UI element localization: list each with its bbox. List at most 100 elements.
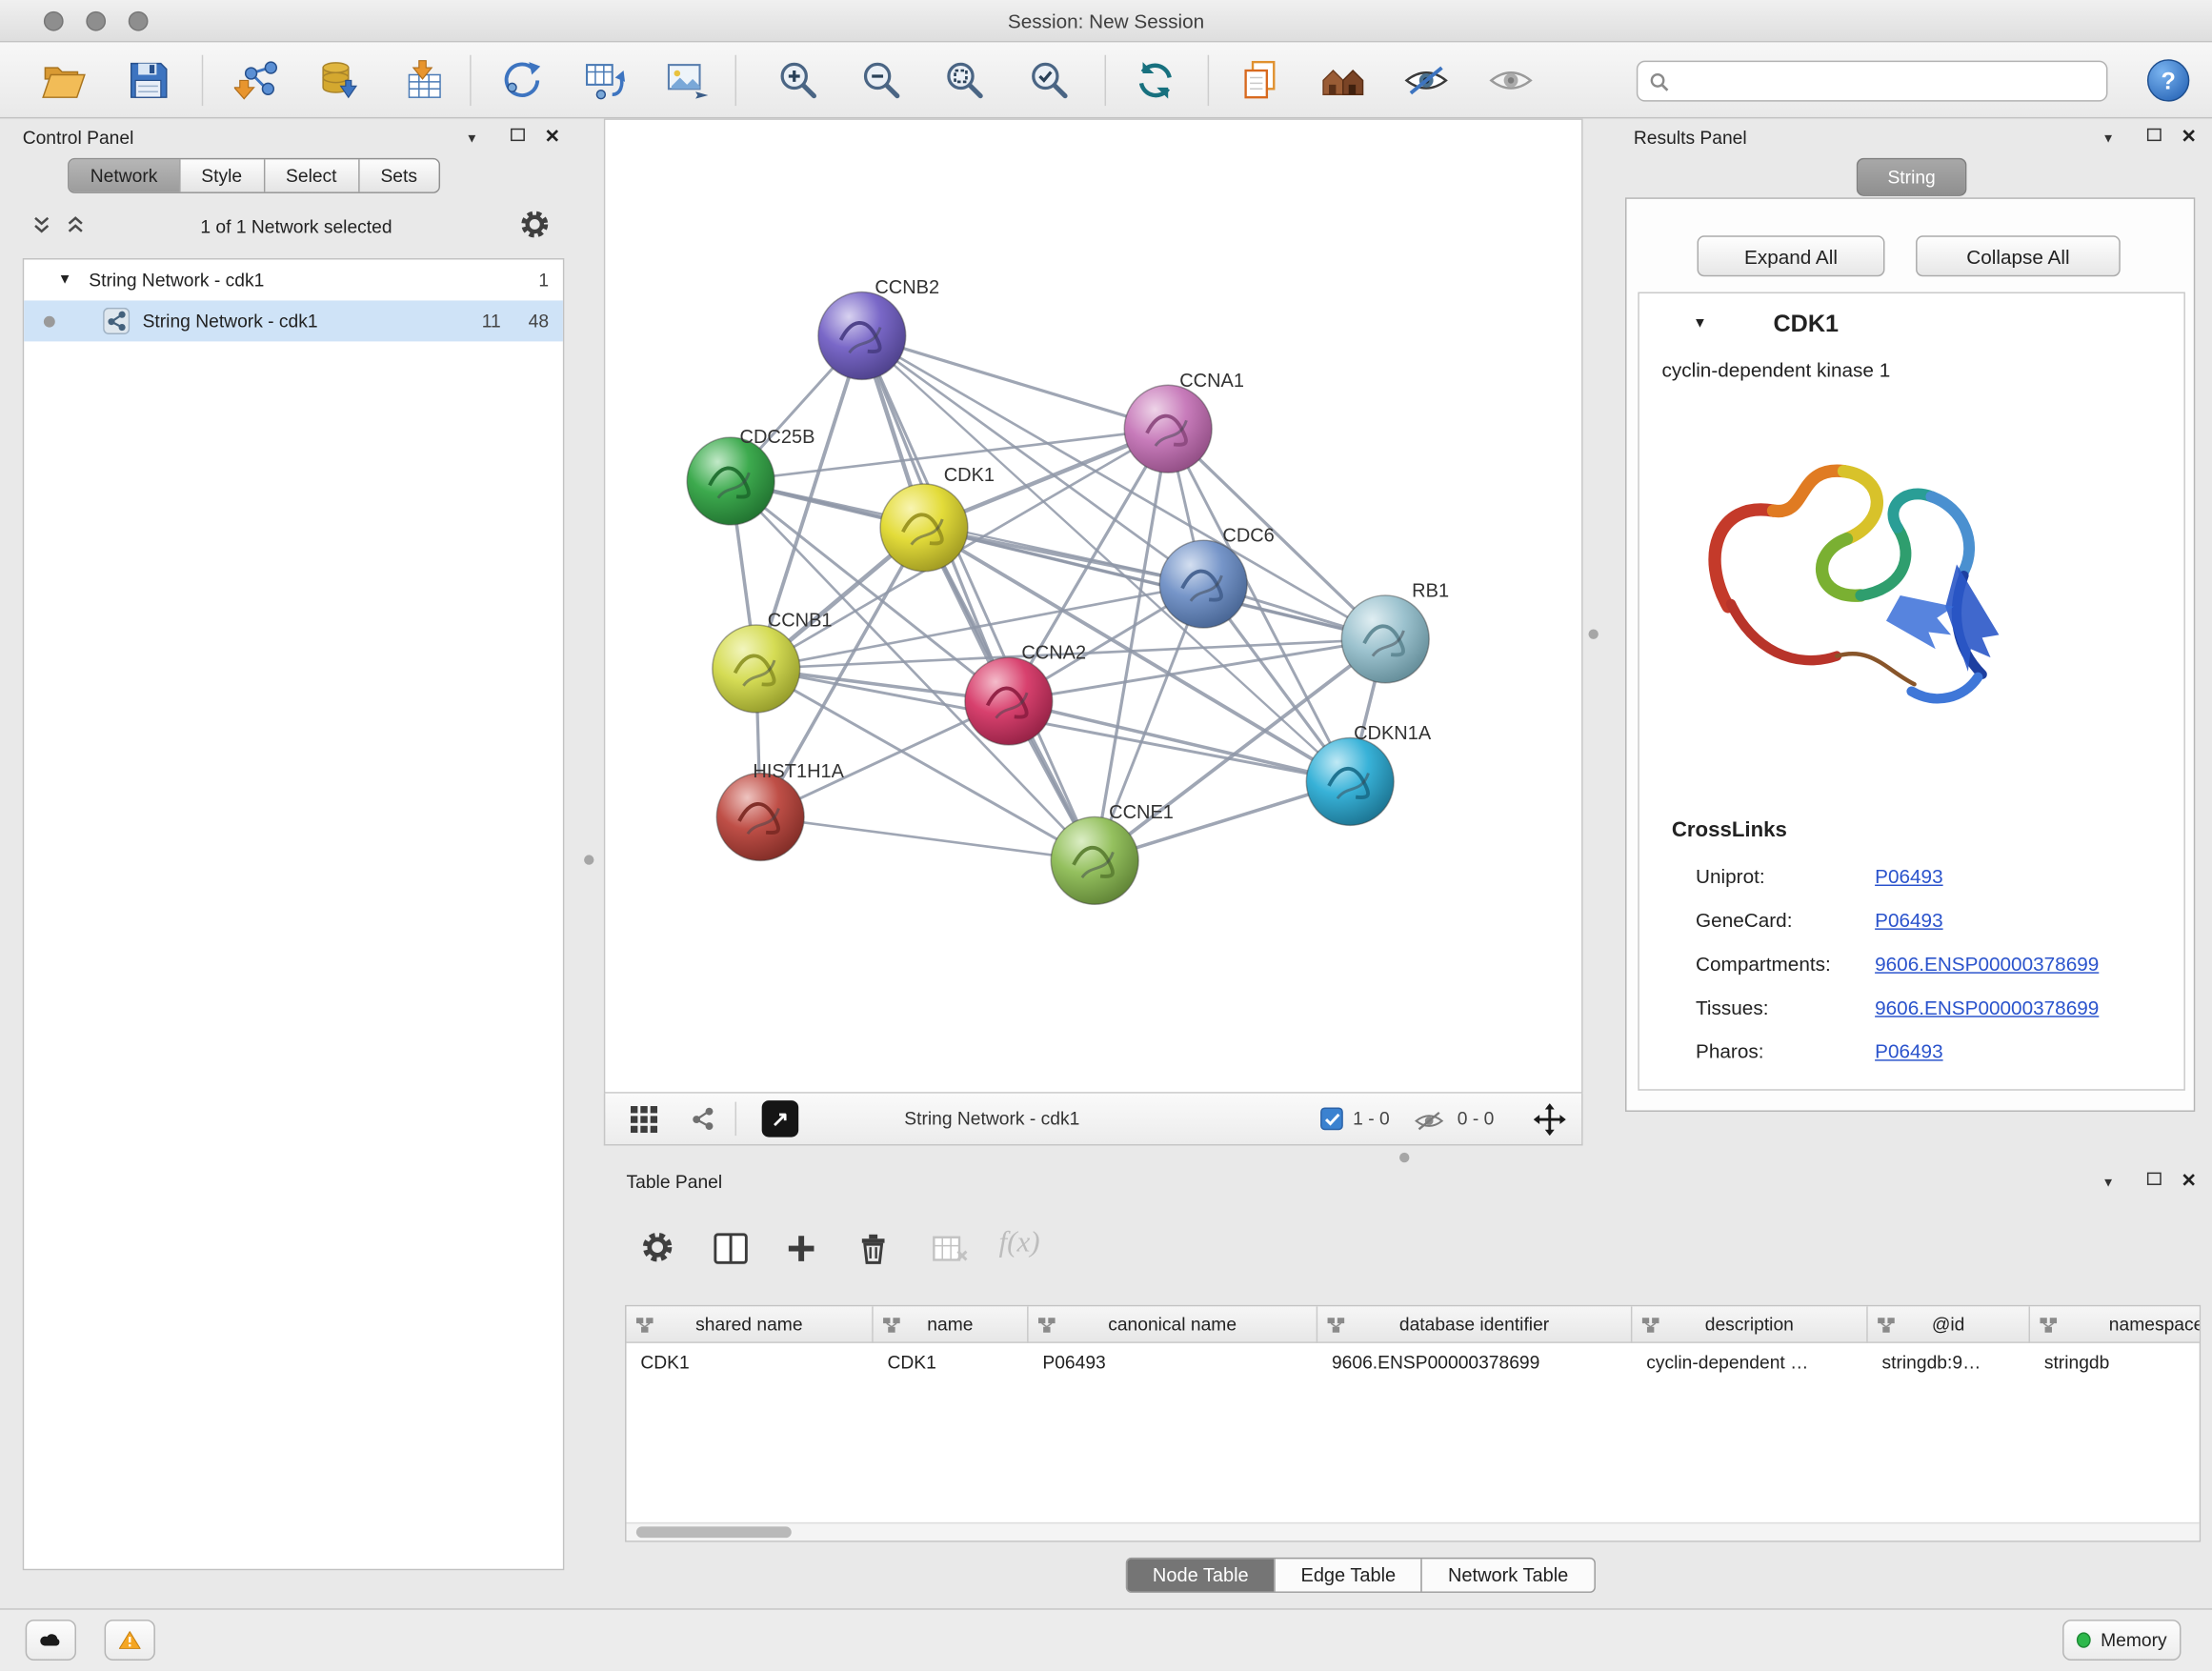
tab-edge-table[interactable]: Edge Table [1274, 1559, 1420, 1591]
network-share-button[interactable] [690, 1106, 715, 1132]
zoom-out-button[interactable] [850, 48, 915, 112]
network-node-CDC25B[interactable] [687, 437, 774, 525]
save-session-button[interactable] [115, 48, 180, 112]
crosslink-compartments-link[interactable]: 9606.ENSP00000378699 [1875, 942, 2099, 986]
table-row[interactable]: CDK1 CDK1 P06493 9606.ENSP00000378699 cy… [627, 1343, 2202, 1381]
zoom-in-button[interactable] [766, 48, 831, 112]
memory-button[interactable]: Memory [2062, 1620, 2181, 1661]
splitter-handle[interactable] [584, 855, 593, 864]
search-input[interactable] [1678, 70, 2095, 93]
add-column-button[interactable] [786, 1233, 817, 1264]
network-collection-row[interactable]: ▼ String Network - cdk1 1 [24, 259, 563, 300]
splitter-handle[interactable] [1588, 629, 1598, 638]
panel-float-icon[interactable] [511, 129, 525, 141]
network-node-CDKN1A[interactable] [1306, 738, 1394, 826]
tab-string[interactable]: String [1857, 158, 1967, 196]
function-builder-button[interactable]: f(x) [998, 1224, 1039, 1259]
column-attribute-icon [1328, 1318, 1345, 1333]
tab-node-table[interactable]: Node Table [1127, 1559, 1274, 1591]
zoom-selected-button[interactable] [1017, 48, 1082, 112]
network-node-RB1[interactable] [1341, 595, 1429, 683]
selected-indicator-checkbox[interactable] [1320, 1108, 1343, 1131]
collapse-all-button[interactable]: Collapse All [1916, 235, 2121, 276]
warnings-button[interactable] [105, 1620, 155, 1661]
column-header-canonical-name[interactable]: canonical name [1029, 1306, 1318, 1343]
network-row-selected[interactable]: String Network - cdk1 11 48 [24, 300, 563, 341]
zoom-fit-icon [944, 59, 986, 101]
export-image-button[interactable] [656, 48, 721, 112]
column-header-id[interactable]: @id [1868, 1306, 2030, 1343]
network-tools-button[interactable] [490, 48, 554, 112]
import-network-file-button[interactable] [224, 48, 289, 112]
crosslink-tissues-link[interactable]: 9606.ENSP00000378699 [1875, 986, 2099, 1030]
pan-mode-button[interactable] [1534, 1103, 1566, 1136]
column-header-database-identifier[interactable]: database identifier [1317, 1306, 1632, 1343]
section-expander-icon[interactable]: ▼ [1693, 316, 1707, 332]
houses-button[interactable] [1311, 48, 1376, 112]
network-edge[interactable] [760, 816, 1095, 860]
network-node-CCNB2[interactable] [818, 292, 906, 380]
zoom-fit-button[interactable] [933, 48, 997, 112]
panel-float-icon[interactable] [2147, 129, 2162, 141]
panel-close-icon[interactable]: ✕ [2181, 1171, 2196, 1189]
column-attribute-icon [1642, 1318, 1659, 1333]
help-button[interactable]: ? [2136, 48, 2201, 112]
network-node-CCNE1[interactable] [1051, 816, 1138, 904]
refresh-button[interactable] [1123, 48, 1188, 112]
table-panel-title: Table Panel [627, 1171, 723, 1192]
copy-document-button[interactable] [1227, 48, 1292, 112]
column-header-description[interactable]: description [1632, 1306, 1867, 1343]
network-node-CDC6[interactable] [1159, 540, 1247, 628]
horizontal-scrollbar[interactable] [627, 1522, 2200, 1540]
panel-close-icon[interactable]: ✕ [2181, 127, 2196, 145]
app-window: Session: New Session [0, 0, 2212, 1670]
crosslink-pharos-link[interactable]: P06493 [1875, 1030, 1942, 1074]
crosslink-genecard-link[interactable]: P06493 [1875, 898, 1942, 942]
tab-select[interactable]: Select [263, 159, 357, 191]
import-network-database-button[interactable] [306, 48, 371, 112]
panel-menu-caret-icon[interactable]: ▼ [466, 131, 478, 146]
tab-style[interactable]: Style [179, 159, 264, 191]
network-node-CDK1[interactable] [880, 484, 968, 572]
show-all-button[interactable] [1478, 48, 1543, 112]
delete-column-button-disabled[interactable] [933, 1233, 970, 1264]
cloud-button[interactable] [26, 1620, 76, 1661]
open-session-button[interactable] [31, 48, 96, 112]
panel-menu-caret-icon[interactable]: ▼ [2102, 1176, 2115, 1190]
network-edge[interactable] [924, 528, 1385, 639]
network-options-gear-button[interactable] [519, 209, 551, 240]
network-name-label: String Network - cdk1 [143, 300, 318, 341]
network-edge[interactable] [862, 335, 1095, 860]
network-node-HIST1H1A[interactable] [716, 774, 804, 861]
grid-view-button[interactable] [631, 1106, 657, 1133]
network-from-table-button[interactable] [574, 48, 639, 112]
tree-expander-icon[interactable]: ▼ [58, 259, 72, 300]
open-in-new-window-button[interactable]: ↗ [762, 1100, 799, 1137]
tab-sets[interactable]: Sets [358, 159, 438, 191]
panel-menu-caret-icon[interactable]: ▼ [2102, 131, 2115, 146]
network-canvas[interactable]: CCNB2CCNA1CDC25BCDK1CDC6RB1CCNB1CCNA2CDK… [604, 118, 1583, 1093]
network-node-CCNA1[interactable] [1124, 385, 1212, 473]
tab-network[interactable]: Network [70, 159, 179, 191]
scrollbar-thumb[interactable] [636, 1526, 792, 1538]
network-edge[interactable] [862, 335, 1168, 429]
current-network-name: String Network - cdk1 [904, 1108, 1079, 1129]
import-table-button[interactable] [391, 48, 455, 112]
column-header-name[interactable]: name [874, 1306, 1029, 1343]
open-in-new-icon: ↗ [772, 1106, 790, 1132]
panel-float-icon[interactable] [2147, 1173, 2162, 1185]
column-header-shared-name[interactable]: shared name [627, 1306, 874, 1343]
splitter-handle[interactable] [1399, 1153, 1409, 1162]
delete-row-button[interactable] [859, 1232, 888, 1266]
network-node-CCNA2[interactable] [965, 657, 1053, 745]
table-settings-button[interactable] [640, 1230, 674, 1264]
panel-close-icon[interactable]: ✕ [545, 127, 560, 145]
string-results-container: Expand All Collapse All ▼ CDK1 cyclin-de… [1625, 197, 2195, 1112]
tab-network-table[interactable]: Network Table [1421, 1559, 1594, 1591]
crosslink-uniprot-link[interactable]: P06493 [1875, 855, 1942, 898]
expand-all-button[interactable]: Expand All [1698, 235, 1885, 276]
show-columns-button[interactable] [714, 1233, 748, 1264]
network-node-CCNB1[interactable] [713, 625, 800, 713]
hide-selected-button[interactable] [1394, 48, 1458, 112]
column-header-namespace[interactable]: namespace [2030, 1306, 2201, 1343]
